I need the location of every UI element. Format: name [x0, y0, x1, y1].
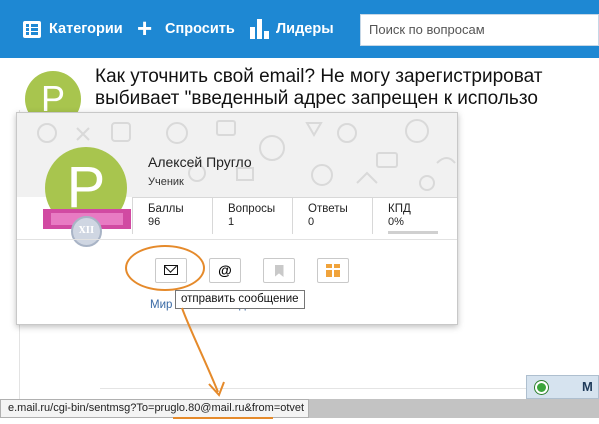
profile-stats: Баллы 96 Вопросы 1 Ответы 0 КПД 0% [132, 197, 457, 234]
mail-agent-label: М [582, 379, 593, 394]
stat-label: Вопросы [228, 203, 276, 215]
flag-icon [274, 265, 284, 277]
stat-value: 96 [148, 216, 161, 228]
stat-label: Ответы [308, 203, 348, 215]
profile-rank: Ученик [148, 176, 184, 188]
status-url: e.mail.ru/cgi-bin/sentmsg?To=pruglo.80@m… [0, 399, 310, 418]
stat-value: 1 [228, 216, 235, 228]
question-title-line1: Как уточнить свой email? Не могу зарегис… [95, 66, 543, 87]
stat-value: 0 [308, 216, 315, 228]
content-divider [100, 388, 599, 389]
stat-label: Баллы [148, 203, 184, 215]
list-icon [23, 20, 41, 38]
level-badge: XII [71, 216, 102, 247]
annotation-underline [173, 417, 273, 419]
question-title-line2: выбивает "введенный адрес запрещен к исп… [95, 88, 538, 109]
mail-agent-widget[interactable]: М [526, 375, 599, 399]
gift-icon [326, 264, 340, 277]
stat-answers: Ответы 0 [292, 198, 372, 234]
report-button[interactable] [263, 258, 295, 283]
profile-name[interactable]: Алексей Пругло [148, 154, 252, 170]
status-url-email: pruglo.80@mail.ru [154, 402, 245, 414]
status-url-suffix: &from=otvet [244, 402, 305, 414]
nav-categories-label: Категории [49, 21, 123, 37]
gift-button[interactable] [317, 258, 349, 283]
email-button[interactable]: @ [209, 258, 241, 283]
stat-label: КПД [388, 203, 411, 215]
stat-value: 0% [388, 216, 404, 228]
stat-points: Баллы 96 [132, 198, 212, 234]
popup-divider [17, 239, 457, 240]
send-message-tooltip: отправить сообщение [175, 290, 305, 309]
bars-icon [250, 19, 269, 39]
status-url-prefix: e.mail.ru/cgi-bin/sentmsg?To= [8, 402, 155, 414]
nav-categories[interactable]: Категории [23, 16, 123, 42]
plus-icon: + [137, 13, 153, 43]
question-title: Как уточнить свой email? Не могу зарегис… [95, 66, 599, 110]
browser-status-bar: e.mail.ru/cgi-bin/sentmsg?To=pruglo.80@m… [0, 399, 599, 418]
stat-efficiency: КПД 0% [372, 198, 457, 234]
profile-link-world[interactable]: Мир [150, 299, 172, 311]
nav-ask-label: Спросить [165, 21, 235, 37]
at-icon: @ [218, 262, 232, 278]
status-online-icon [535, 381, 548, 394]
nav-leaders-label: Лидеры [276, 21, 334, 37]
nav-ask[interactable]: + Спросить [137, 13, 235, 43]
annotation-oval [125, 245, 205, 291]
nav-leaders[interactable]: Лидеры [250, 16, 334, 42]
top-nav-bar: Категории + Спросить Лидеры Поиск по воп… [0, 0, 599, 58]
search-input[interactable]: Поиск по вопросам [360, 14, 599, 46]
stat-questions: Вопросы 1 [212, 198, 292, 234]
efficiency-bar [388, 231, 438, 234]
